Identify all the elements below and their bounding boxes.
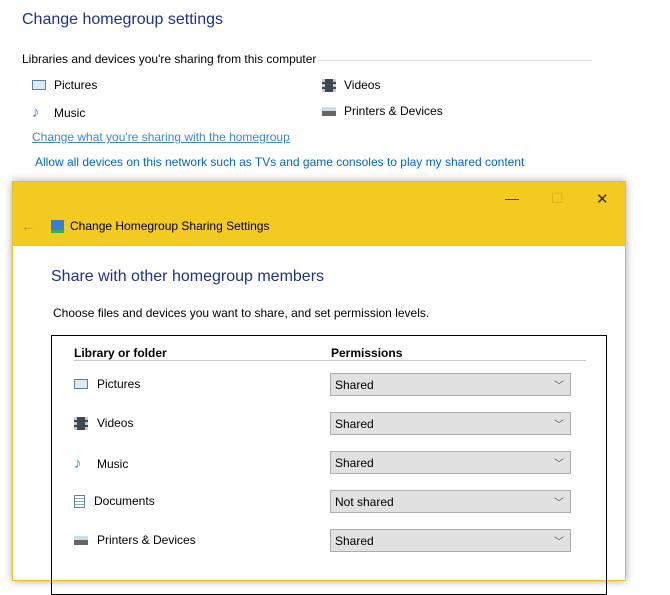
item-label: Videos [344, 78, 381, 92]
documents-icon [74, 494, 85, 508]
divider [318, 60, 592, 61]
dropdown-value: Shared [335, 417, 374, 431]
shared-item-videos: Videos [322, 78, 380, 92]
table-row: Videos Shared ﹀ [74, 412, 574, 436]
title-bar: — ☐ ✕ ← Change Homegroup Sharing Setting… [13, 182, 625, 246]
permissions-table: Library or folder Permissions Pictures S… [51, 335, 607, 595]
permission-dropdown[interactable]: Shared ﹀ [330, 412, 571, 435]
close-button[interactable]: ✕ [596, 190, 609, 208]
pictures-icon [74, 379, 88, 389]
allow-devices-link[interactable]: Allow all devices on this network such a… [35, 155, 524, 169]
permission-dropdown[interactable]: Shared ﹀ [330, 451, 571, 474]
header-divider [74, 360, 586, 361]
permission-dropdown[interactable]: Shared ﹀ [330, 373, 571, 396]
homegroup-icon [51, 219, 64, 233]
printer-icon [74, 535, 88, 545]
table-row: Documents Not shared ﹀ [74, 490, 574, 514]
table-row: Printers & Devices Shared ﹀ [74, 529, 574, 553]
dropdown-value: Shared [335, 378, 374, 392]
dialog-description: Choose files and devices you want to sha… [53, 306, 430, 320]
chevron-down-icon: ﹀ [554, 498, 564, 509]
shared-item-music: ♪ Music [32, 104, 85, 121]
sharing-dialog: — ☐ ✕ ← Change Homegroup Sharing Setting… [12, 181, 626, 595]
printer-icon [322, 106, 336, 116]
minimize-button[interactable]: — [505, 190, 519, 206]
dropdown-value: Shared [335, 456, 374, 470]
window-title: Change Homegroup Sharing Settings [51, 219, 269, 233]
pictures-icon [32, 80, 46, 90]
item-label: Pictures [54, 78, 98, 92]
page-title: Change homegroup settings [22, 11, 224, 28]
section-label: Libraries and devices you're sharing fro… [22, 52, 317, 66]
item-label: Printers & Devices [344, 104, 443, 118]
row-label: Printers & Devices [97, 533, 196, 547]
chevron-down-icon: ﹀ [554, 459, 564, 470]
music-icon: ♪ [32, 104, 40, 121]
chevron-down-icon: ﹀ [554, 537, 564, 548]
table-row: Pictures Shared ﹀ [74, 373, 574, 397]
back-arrow-icon[interactable]: ← [21, 218, 35, 234]
shared-item-printers: Printers & Devices [322, 104, 443, 118]
table-row: ♪ Music Shared ﹀ [74, 451, 574, 475]
col-permissions: Permissions [331, 346, 403, 360]
chevron-down-icon: ﹀ [554, 381, 564, 392]
chevron-down-icon: ﹀ [554, 420, 564, 431]
videos-icon [322, 78, 336, 92]
maximize-button[interactable]: ☐ [551, 190, 564, 207]
dropdown-value: Not shared [335, 495, 394, 509]
dialog-heading: Share with other homegroup members [51, 268, 325, 285]
change-sharing-link[interactable]: Change what you're sharing with the home… [32, 130, 290, 144]
row-label: Pictures [97, 377, 141, 391]
row-label: Documents [94, 494, 155, 508]
videos-icon [74, 416, 88, 430]
dropdown-value: Shared [335, 534, 374, 548]
shared-item-pictures: Pictures [32, 78, 97, 92]
permission-dropdown[interactable]: Not shared ﹀ [330, 490, 571, 513]
window-title-text: Change Homegroup Sharing Settings [70, 219, 270, 233]
col-library: Library or folder [74, 346, 167, 360]
row-label: Videos [97, 416, 134, 430]
music-icon: ♪ [74, 455, 82, 472]
item-label: Music [54, 105, 86, 120]
permission-dropdown[interactable]: Shared ﹀ [330, 529, 571, 552]
row-label: Music [97, 456, 129, 471]
